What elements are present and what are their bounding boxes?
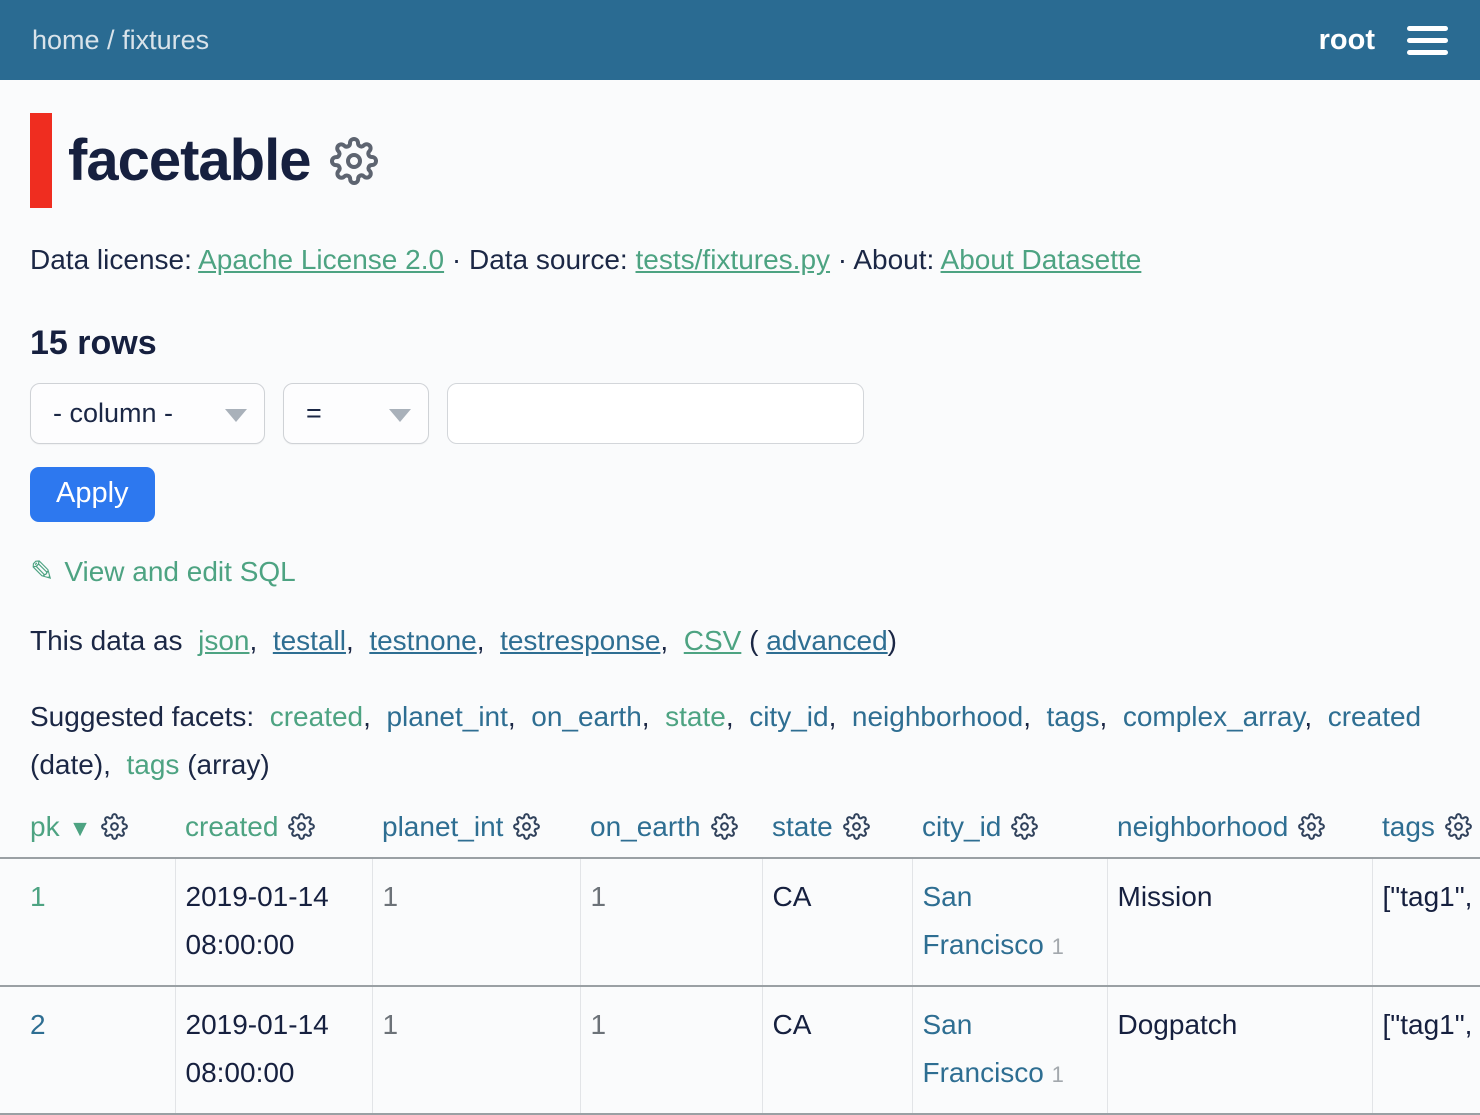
facet-link[interactable]: created	[270, 701, 363, 732]
license-label: Data license:	[30, 244, 198, 275]
top-nav: home / fixtures root	[0, 0, 1480, 80]
nav-right: root	[1319, 24, 1448, 57]
export-links-line: This data as json, testall, testnone, te…	[30, 625, 1450, 657]
source-label: Data source:	[469, 244, 636, 275]
cell-state: CA	[773, 1009, 812, 1040]
rows-table: pk ▼ created planet_int on_earth state ci…	[0, 807, 1480, 1115]
facet-link[interactable]: planet_int	[386, 701, 507, 732]
column-gear-icon[interactable]	[288, 813, 315, 840]
about-label: About:	[853, 244, 940, 275]
export-format-link[interactable]: testnone	[369, 625, 476, 656]
facet-link[interactable]: complex_array	[1123, 701, 1305, 732]
column-gear-icon[interactable]	[1445, 813, 1472, 840]
cell-city-link[interactable]: San Francisco	[923, 1009, 1044, 1088]
column-header-on-earth[interactable]: on_earth	[590, 811, 701, 842]
row-pk-link[interactable]: 2	[30, 1009, 46, 1040]
cell-created: 2019-01-14 08:00:00	[186, 1009, 329, 1088]
export-format-link[interactable]: testall	[273, 625, 346, 656]
breadcrumb-separator: /	[100, 25, 123, 55]
column-header-created[interactable]: created	[185, 811, 278, 842]
cell-city-link[interactable]: San Francisco	[923, 881, 1044, 960]
breadcrumb: home / fixtures	[32, 25, 209, 56]
hamburger-menu-icon[interactable]	[1407, 26, 1448, 55]
breadcrumb-home-link[interactable]: home	[32, 25, 100, 55]
export-format-link[interactable]: CSV	[684, 625, 742, 656]
filter-value-input[interactable]	[447, 383, 864, 444]
column-header-neighborhood[interactable]: neighborhood	[1117, 811, 1288, 842]
page-title: facetable	[68, 127, 310, 194]
filter-row: - column - =	[30, 383, 1450, 444]
cell-city-id-value: 1	[1052, 1062, 1064, 1087]
facet-link[interactable]: tags	[1047, 701, 1100, 732]
view-edit-sql-link[interactable]: View and edit SQL	[64, 556, 295, 587]
facet-link[interactable]: created	[1328, 701, 1421, 732]
table-header-row: pk ▼ created planet_int on_earth state ci…	[0, 807, 1480, 858]
cell-city-id-value: 1	[1052, 934, 1064, 959]
sql-line: ✎ View and edit SQL	[30, 554, 1450, 589]
export-format-link[interactable]: json	[198, 625, 249, 656]
column-header-pk[interactable]: pk	[30, 811, 60, 842]
suggested-facets-line: Suggested facets: created, planet_int, o…	[30, 693, 1450, 789]
table-row: 1 2019-01-14 08:00:00 1 1 CA San Francis…	[0, 858, 1480, 986]
cell-neighborhood: Mission	[1118, 881, 1213, 912]
facet-link[interactable]: neighborhood	[852, 701, 1023, 732]
cell-tags: ["tag1", "tag3"]	[1383, 1009, 1480, 1040]
column-header-planet-int[interactable]: planet_int	[382, 811, 503, 842]
license-link[interactable]: Apache License 2.0	[198, 244, 444, 275]
about-link[interactable]: About Datasette	[941, 244, 1142, 275]
user-menu[interactable]: root	[1319, 24, 1375, 57]
facets-prefix: Suggested facets:	[30, 701, 262, 732]
export-prefix: This data as	[30, 625, 190, 656]
cell-neighborhood: Dogpatch	[1118, 1009, 1238, 1040]
export-format-link[interactable]: advanced	[766, 625, 887, 656]
page-title-bar: facetable	[30, 113, 1450, 208]
cell-planet-int: 1	[383, 881, 399, 912]
column-header-state[interactable]: state	[772, 811, 833, 842]
source-link[interactable]: tests/fixtures.py	[636, 244, 831, 275]
column-gear-icon[interactable]	[711, 813, 738, 840]
row-pk-link[interactable]: 1	[30, 881, 46, 912]
column-gear-icon[interactable]	[101, 813, 128, 840]
rows-table-container: pk ▼ created planet_int on_earth state ci…	[0, 807, 1480, 1115]
column-header-city-id[interactable]: city_id	[922, 811, 1001, 842]
metadata-line: Data license: Apache License 2.0 · Data …	[30, 244, 1450, 276]
cell-state: CA	[773, 881, 812, 912]
cell-on-earth: 1	[591, 881, 607, 912]
export-format-link[interactable]: testresponse	[500, 625, 660, 656]
sort-desc-icon: ▼	[69, 815, 92, 841]
facet-link[interactable]: tags	[126, 749, 179, 780]
facet-link[interactable]: state	[665, 701, 726, 732]
row-count: 15 rows	[30, 324, 1450, 363]
filter-operator-select[interactable]: =	[283, 383, 429, 444]
column-gear-icon[interactable]	[1298, 813, 1325, 840]
column-header-tags[interactable]: tags	[1382, 811, 1435, 842]
table-gear-icon[interactable]	[330, 137, 378, 185]
filter-column-select[interactable]: - column -	[30, 383, 265, 444]
column-gear-icon[interactable]	[513, 813, 540, 840]
column-gear-icon[interactable]	[1011, 813, 1038, 840]
cell-tags: ["tag1", "tag2"]	[1383, 881, 1480, 912]
title-accent-bar	[30, 113, 52, 208]
apply-button[interactable]: Apply	[30, 467, 155, 522]
facet-link[interactable]: city_id	[749, 701, 828, 732]
column-gear-icon[interactable]	[843, 813, 870, 840]
breadcrumb-database-link[interactable]: fixtures	[122, 25, 209, 55]
pencil-icon: ✎	[30, 556, 54, 588]
cell-planet-int: 1	[383, 1009, 399, 1040]
table-row: 2 2019-01-14 08:00:00 1 1 CA San Francis…	[0, 986, 1480, 1114]
cell-on-earth: 1	[591, 1009, 607, 1040]
cell-created: 2019-01-14 08:00:00	[186, 881, 329, 960]
facet-link[interactable]: on_earth	[531, 701, 642, 732]
